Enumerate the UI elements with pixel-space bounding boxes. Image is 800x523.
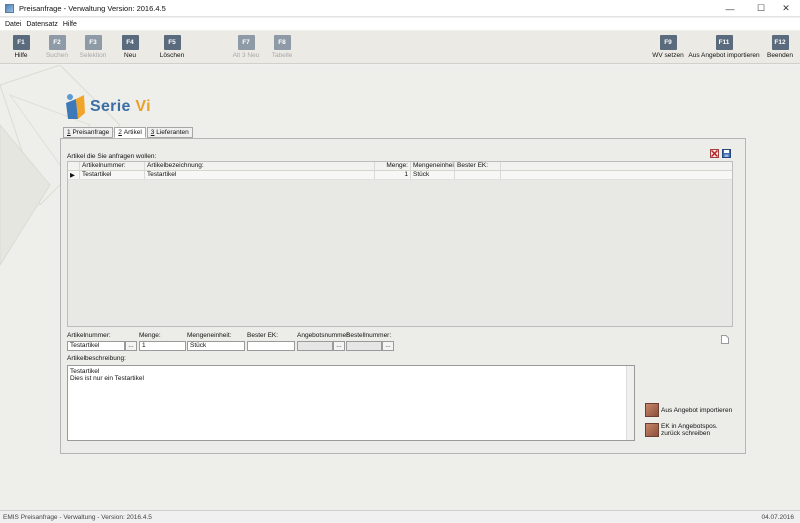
artikel-panel: Artikel die Sie anfragen wollen: Artikel… — [60, 138, 746, 454]
f8-tabelle-button[interactable]: F8 Tabelle — [252, 35, 312, 59]
f8-key: F8 — [273, 35, 291, 50]
artikelnummer-lookup-button[interactable]: ... — [125, 341, 137, 351]
mengeneinheit-field[interactable]: Stück — [187, 341, 245, 351]
beschreibung-line-1: Testartikel — [70, 368, 100, 375]
f1-label: Hilfe — [14, 52, 28, 59]
tab-lieferanten[interactable]: 3 Lieferanten — [146, 127, 193, 138]
maximize-icon: ☐ — [756, 3, 766, 13]
bestellnummer-label: Bestellnummer: — [346, 332, 392, 339]
logo-icon — [66, 94, 85, 119]
logo-text: Serie Vi — [90, 98, 151, 115]
app-icon — [5, 3, 14, 13]
status-left: EMIS Preisanfrage - Verwaltung - Version… — [3, 513, 152, 521]
f5-label: Löschen — [159, 52, 185, 59]
bester-ek-label: Bester EK: — [247, 332, 279, 339]
tab-artikel[interactable]: 2 Artikel — [114, 127, 146, 138]
status-bar: EMIS Preisanfrage - Verwaltung - Version… — [0, 510, 800, 523]
angebotsnummer-label: Angebotsnummer: — [297, 332, 351, 339]
f12-beenden-button[interactable]: F12 Beenden — [750, 35, 800, 59]
beschreibung-line-2: Dies ist nur ein Testartikel — [70, 375, 144, 382]
toolbar: F1 Hilfe F2 Suchen F3 Selektion F4 Neu F… — [0, 31, 800, 64]
minimize-button[interactable]: — — [716, 0, 744, 17]
angebotsnummer-field[interactable] — [297, 341, 333, 351]
articles-caption: Artikel die Sie anfragen wollen: — [67, 153, 157, 160]
row-selector-icon: ▶ — [68, 171, 80, 179]
save-icon[interactable] — [722, 149, 731, 158]
col-bester-ek[interactable]: Bester EK: — [455, 162, 501, 170]
col-artikelnummer[interactable]: Artikelnummer: — [80, 162, 145, 170]
table-row[interactable]: ▶ Testartikel Testartikel 1 Stück — [68, 171, 732, 180]
menu-datei[interactable]: Datei — [5, 21, 21, 28]
tab-bar: 1 Preisanfrage 2 Artikel 3 Lieferanten — [63, 127, 194, 138]
grid-header: Artikelnummer: Artikelbezeichnung: Menge… — [68, 162, 732, 171]
f3-key: F3 — [84, 35, 102, 50]
f11-key: F11 — [715, 35, 733, 50]
minimize-icon: — — [725, 3, 735, 14]
serie-vi-logo: Serie Vi — [64, 93, 164, 123]
delete-row-icon[interactable] — [710, 149, 719, 158]
bestellnummer-field[interactable] — [346, 341, 382, 351]
f9-key: F9 — [659, 35, 677, 50]
artikelnummer-field[interactable]: Testartikel — [67, 341, 125, 351]
title-bar: Preisanfrage - Verwaltung Version: 2016.… — [0, 0, 800, 17]
document-icon[interactable] — [721, 335, 729, 344]
bester-ek-field[interactable] — [247, 341, 295, 351]
tab-preisanfrage[interactable]: 1 Preisanfrage — [63, 127, 114, 138]
menu-datensatz[interactable]: Datensatz — [26, 21, 58, 28]
menu-bar: Datei Datensatz Hilfe — [0, 18, 800, 30]
ek-write-icon — [645, 423, 659, 437]
menge-field[interactable]: 1 — [139, 341, 186, 351]
artikelbeschreibung-textarea[interactable]: Testartikel Dies ist nur ein Testartikel — [67, 365, 635, 441]
f12-label: Beenden — [766, 52, 794, 59]
col-artikelbezeichnung[interactable]: Artikelbezeichnung: — [145, 162, 375, 170]
cell-menge: 1 — [375, 171, 411, 179]
f9-label: WV setzen — [652, 52, 684, 59]
articles-grid[interactable]: Artikelnummer: Artikelbezeichnung: Menge… — [67, 161, 733, 327]
f4-key: F4 — [121, 35, 139, 50]
menge-label: Menge: — [139, 332, 161, 339]
close-icon: ✕ — [782, 3, 790, 13]
status-date: 04.07.2016 — [761, 513, 794, 521]
artikelnummer-label: Artikelnummer: — [67, 332, 111, 339]
f4-label: Neu — [124, 52, 136, 59]
f5-loeschen-button[interactable]: F5 Löschen — [142, 35, 202, 59]
f8-label: Tabelle — [271, 52, 293, 59]
cell-artikelnummer: Testartikel — [80, 171, 145, 179]
cell-mengeneinheit: Stück — [411, 171, 455, 179]
col-mengeneinheit[interactable]: Mengeneinheit: — [411, 162, 455, 170]
f5-key: F5 — [163, 35, 181, 50]
bestellnummer-lookup-button[interactable]: ... — [382, 341, 394, 351]
mengeneinheit-label: Mengeneinheit: — [187, 332, 232, 339]
artikelbeschreibung-label: Artikelbeschreibung: — [67, 355, 126, 362]
import-icon — [645, 403, 659, 417]
cell-artikelbezeichnung: Testartikel — [145, 171, 375, 179]
cell-bester-ek — [455, 171, 501, 179]
angebotsnummer-lookup-button[interactable]: ... — [333, 341, 345, 351]
close-button[interactable]: ✕ — [772, 0, 800, 17]
menu-hilfe[interactable]: Hilfe — [63, 21, 77, 28]
grid-icons — [710, 149, 731, 158]
window-title: Preisanfrage - Verwaltung Version: 2016.… — [19, 3, 166, 13]
f12-key: F12 — [771, 35, 789, 50]
maximize-button[interactable]: ☐ — [747, 0, 775, 17]
f11-import-button[interactable]: F11 Aus Angebot importieren — [688, 35, 760, 59]
grid-header-indicator — [68, 162, 80, 170]
textarea-scrollbar[interactable] — [626, 366, 634, 440]
aus-angebot-importieren-button[interactable]: Aus Angebot importieren — [645, 403, 732, 417]
col-menge[interactable]: Menge: — [375, 162, 411, 170]
ek-label: EK in Angebotspos. zurück schreiben — [661, 423, 718, 437]
f11-label: Aus Angebot importieren — [688, 52, 760, 59]
import-label: Aus Angebot importieren — [661, 406, 733, 414]
ek-zurueckschreiben-button[interactable]: EK in Angebotspos. zurück schreiben — [645, 423, 718, 437]
